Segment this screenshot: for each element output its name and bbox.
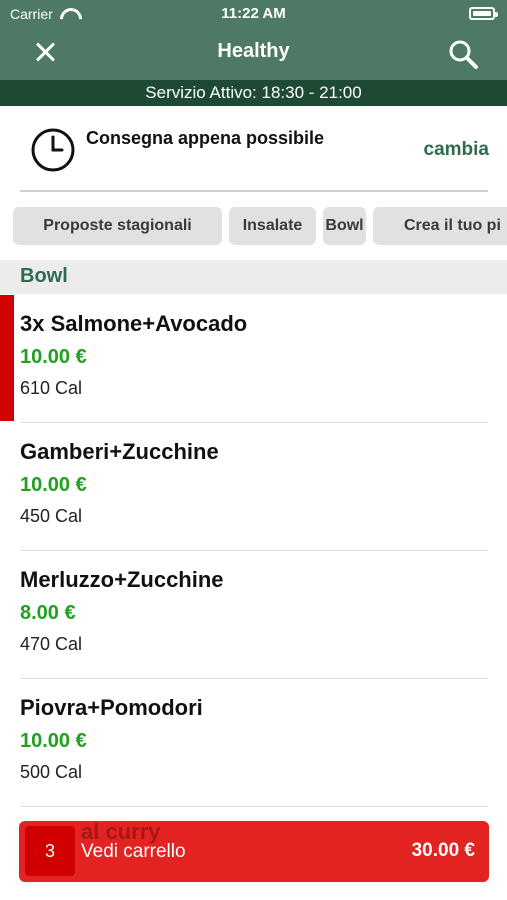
navigation-bar: Healthy bbox=[0, 28, 507, 80]
list-item[interactable]: Gamberi+Zucchine 10.00 € 450 Cal bbox=[0, 423, 507, 551]
status-bar: Carrier 11:22 AM bbox=[0, 0, 507, 28]
divider bbox=[20, 190, 488, 192]
item-name: 3x Salmone+Avocado bbox=[20, 311, 248, 336]
status-time: 11:22 AM bbox=[221, 5, 286, 22]
item-divider bbox=[20, 806, 487, 807]
item-calories: 610 Cal bbox=[20, 378, 83, 398]
item-price: 10.00 € bbox=[20, 474, 87, 496]
service-banner: Servizio Attivo: 18:30 - 21:00 bbox=[0, 80, 507, 106]
top-bar: Carrier 11:22 AM Healthy bbox=[0, 0, 507, 80]
section-title: Bowl bbox=[20, 265, 68, 287]
cart-label: Vedi carrello bbox=[81, 841, 186, 862]
category-chips: Proposte stagionali Insalate Bowl Crea i… bbox=[0, 207, 507, 247]
item-calories: 470 Cal bbox=[20, 634, 83, 654]
cart-count-badge: 3 bbox=[25, 826, 75, 876]
item-price: 10.00 € bbox=[20, 346, 87, 368]
list-item[interactable]: 3x Salmone+Avocado 10.00 € 610 Cal bbox=[0, 295, 507, 423]
change-delivery-button[interactable]: cambia bbox=[424, 139, 489, 161]
battery-icon bbox=[469, 7, 498, 20]
item-name: Merluzzo+Zucchine bbox=[20, 567, 224, 592]
item-price: 8.00 € bbox=[20, 602, 76, 624]
search-icon[interactable] bbox=[447, 38, 479, 70]
item-name: Piovra+Pomodori bbox=[20, 695, 203, 720]
cart-total: 30.00 € bbox=[411, 840, 475, 861]
page-title: Healthy bbox=[217, 40, 290, 62]
selected-indicator bbox=[0, 295, 14, 421]
list-item[interactable]: Piovra+Pomodori 10.00 € 500 Cal bbox=[0, 679, 507, 807]
chip-bowl[interactable]: Bowl bbox=[323, 207, 366, 245]
item-calories: 500 Cal bbox=[20, 762, 83, 782]
list-item[interactable]: Merluzzo+Zucchine 8.00 € 470 Cal bbox=[0, 551, 507, 679]
delivery-row: Consegna appena possibile cambia bbox=[0, 106, 507, 190]
item-price: 10.00 € bbox=[20, 730, 87, 752]
item-calories: 450 Cal bbox=[20, 506, 83, 526]
chip-proposte-stagionali[interactable]: Proposte stagionali bbox=[13, 207, 222, 245]
chip-crea-il-tuo[interactable]: Crea il tuo pi bbox=[373, 207, 507, 245]
delivery-label: Consegna appena possibile bbox=[86, 128, 325, 148]
view-cart-button[interactable]: al curry 3 Vedi carrello 30.00 € bbox=[19, 819, 489, 882]
clock-icon bbox=[31, 128, 75, 172]
section-header: Bowl bbox=[0, 260, 507, 294]
chip-insalate[interactable]: Insalate bbox=[229, 207, 316, 245]
item-name: Gamberi+Zucchine bbox=[20, 439, 219, 464]
